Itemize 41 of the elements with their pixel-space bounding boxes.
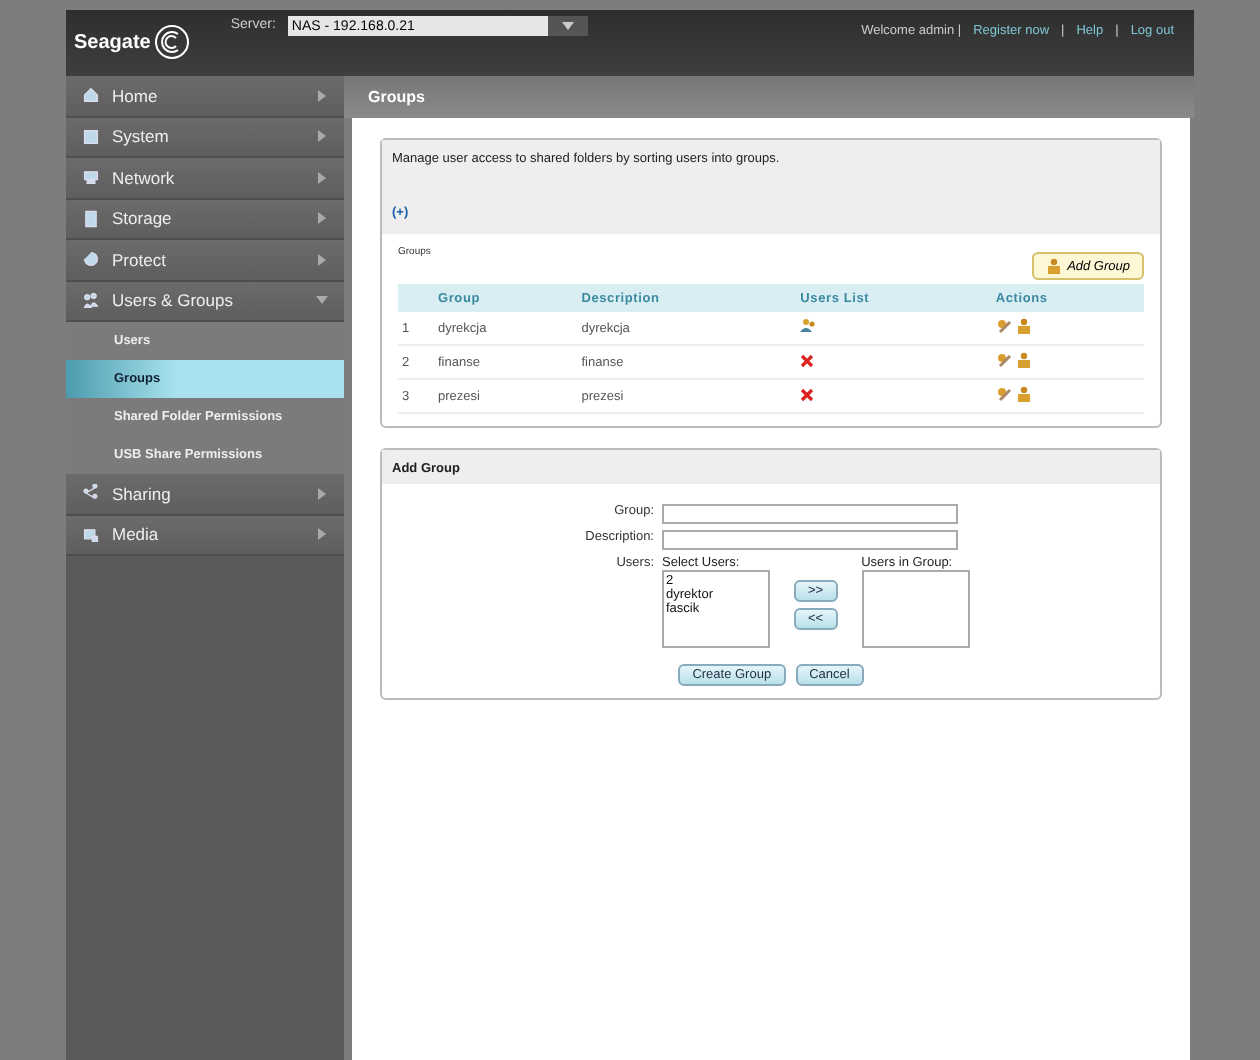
caret-icon bbox=[316, 294, 328, 307]
caret-icon bbox=[316, 253, 328, 266]
sidebar-item[interactable]: Users & Groups bbox=[66, 281, 344, 322]
cross-icon bbox=[800, 353, 815, 367]
logo-text: Seagate bbox=[74, 31, 151, 53]
protect-icon bbox=[82, 250, 100, 269]
system-icon bbox=[82, 127, 100, 146]
sidebar-item[interactable]: Storage bbox=[66, 199, 344, 240]
caret-icon bbox=[316, 171, 328, 184]
caret-icon bbox=[316, 89, 328, 102]
caret-icon bbox=[561, 22, 574, 30]
storage-icon bbox=[82, 209, 100, 228]
home-icon bbox=[82, 86, 100, 105]
cross-icon bbox=[800, 387, 815, 401]
network-icon bbox=[82, 168, 100, 187]
sidebar-item[interactable]: Protect bbox=[66, 240, 344, 281]
description-field[interactable] bbox=[662, 530, 958, 550]
page-title: Groups bbox=[344, 76, 1194, 118]
caret-icon bbox=[316, 528, 328, 541]
sidebar-item[interactable]: System bbox=[66, 117, 344, 158]
logo-icon bbox=[154, 24, 191, 60]
group-icon[interactable] bbox=[1015, 386, 1032, 402]
group-icon[interactable] bbox=[1045, 258, 1062, 274]
group-field[interactable] bbox=[662, 504, 958, 524]
sharing-icon bbox=[82, 484, 100, 503]
users-icon bbox=[82, 291, 100, 310]
edit-icon[interactable] bbox=[995, 318, 1012, 334]
sidebar-item[interactable]: Media bbox=[66, 515, 344, 556]
users-icon bbox=[800, 318, 817, 334]
group-icon[interactable] bbox=[1015, 318, 1032, 334]
edit-icon[interactable] bbox=[995, 386, 1012, 402]
group-icon[interactable] bbox=[1015, 352, 1032, 368]
sidebar-item[interactable]: Network bbox=[66, 158, 344, 199]
users-in-group-list[interactable] bbox=[861, 570, 970, 648]
edit-icon[interactable] bbox=[995, 352, 1012, 368]
caret-icon bbox=[316, 130, 328, 143]
caret-icon bbox=[316, 487, 328, 500]
sidebar-item[interactable]: Home bbox=[66, 76, 344, 117]
sidebar-item[interactable]: Sharing bbox=[66, 474, 344, 515]
media-icon bbox=[82, 525, 100, 544]
caret-icon bbox=[316, 212, 328, 225]
